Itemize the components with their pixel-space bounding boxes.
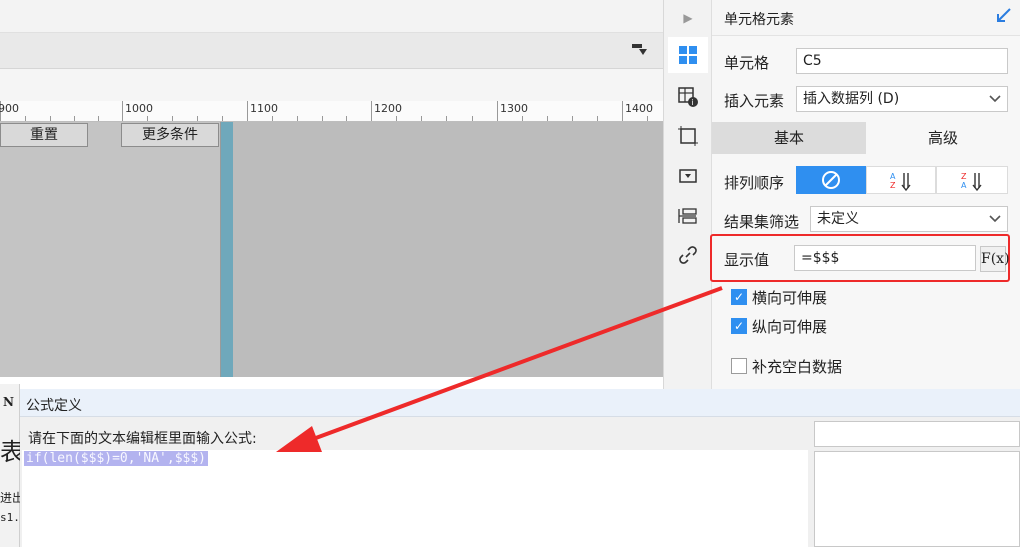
cell-element-icon[interactable]	[676, 43, 700, 67]
collapse-panel-icon[interactable]	[996, 7, 1012, 28]
svg-text:Z: Z	[890, 181, 896, 190]
ruler-label: 900	[0, 102, 19, 115]
background-text-fragment: s1.	[0, 511, 20, 524]
sort-ascending-icon: AZ	[890, 172, 911, 192]
svg-text:A: A	[961, 181, 967, 190]
horizontal-ruler: 900 1000 1100 1200 1300 1400	[0, 101, 663, 122]
display-value-input[interactable]: =$$$	[794, 245, 976, 271]
fill-blank-data-label: 补充空白数据	[752, 358, 843, 376]
tab-basic[interactable]: 基本	[712, 122, 866, 154]
sort-descending-button[interactable]: ZA	[936, 166, 1008, 194]
ruler-label: 1200	[374, 102, 402, 115]
svg-text:A: A	[890, 172, 896, 181]
parameter-pane-header	[0, 69, 663, 101]
more-conditions-button[interactable]: 更多条件	[121, 123, 219, 147]
vertical-expand-checkbox[interactable]: ✓	[731, 318, 747, 334]
condition-attribute-icon[interactable]	[676, 204, 700, 228]
function-list[interactable]	[814, 451, 1020, 547]
background-text-fragment: N	[3, 395, 14, 409]
fill-blank-data-checkbox[interactable]	[731, 358, 747, 374]
canvas-region[interactable]	[0, 122, 221, 377]
toolbar-dropdown-icon[interactable]	[632, 43, 650, 59]
svg-text:i: i	[692, 98, 694, 107]
horizontal-expand-label: 横向可伸展	[752, 289, 828, 307]
formula-button[interactable]: F(x)	[980, 246, 1010, 272]
designer-toolbar	[0, 33, 663, 69]
ruler-label: 1300	[500, 102, 528, 115]
widget-icon[interactable]	[676, 164, 700, 188]
expand-arrow-icon[interactable]: ▶	[676, 6, 700, 30]
result-filter-label: 结果集筛选	[724, 213, 800, 231]
formula-dialog-title-bar[interactable]	[20, 389, 1020, 417]
chevron-down-icon	[989, 87, 1001, 119]
ruler-label: 1000	[125, 102, 153, 115]
vertical-expand-label: 纵向可伸展	[752, 318, 828, 336]
result-filter-dropdown[interactable]: 未定义	[810, 206, 1008, 232]
reset-button[interactable]: 重置	[0, 123, 88, 147]
sort-ascending-button[interactable]: AZ	[866, 166, 936, 194]
panel-title: 单元格元素	[724, 12, 794, 28]
cell-label: 单元格	[724, 54, 770, 72]
cell-style-icon[interactable]	[676, 124, 700, 148]
sort-descending-icon: ZA	[961, 172, 982, 192]
ruler-label: 1400	[625, 102, 653, 115]
cell-attribute-icon[interactable]: i	[676, 85, 700, 109]
tab-advanced[interactable]: 高级	[866, 122, 1020, 154]
function-search-input[interactable]	[814, 421, 1020, 447]
hyperlink-icon[interactable]	[676, 243, 700, 267]
formula-prompt-label: 请在下面的文本编辑框里面输入公式:	[28, 431, 257, 447]
insert-element-dropdown[interactable]: 插入数据列 (D)	[796, 86, 1008, 112]
insert-element-value: 插入数据列 (D)	[803, 91, 900, 107]
sort-order-label: 排列顺序	[724, 174, 785, 192]
svg-text:Z: Z	[961, 172, 967, 181]
canvas-boundary-bar	[221, 122, 233, 377]
formula-text[interactable]: if(len($$$)=0,'NA',$$$)	[24, 451, 209, 466]
display-value-label: 显示值	[724, 251, 770, 269]
ruler-label: 1100	[250, 102, 278, 115]
horizontal-expand-checkbox[interactable]: ✓	[731, 289, 747, 305]
no-sort-icon	[822, 171, 840, 189]
formula-dialog-title: 公式定义	[26, 398, 82, 414]
sort-none-button[interactable]	[796, 166, 866, 194]
result-filter-value: 未定义	[817, 211, 859, 227]
designer-top-strip	[0, 0, 663, 33]
insert-element-label: 插入元素	[724, 92, 785, 110]
cell-input[interactable]: C5	[796, 48, 1008, 74]
